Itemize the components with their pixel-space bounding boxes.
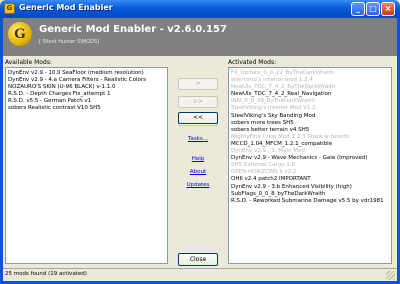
disable-all-button[interactable]: << bbox=[178, 112, 218, 124]
maximize-button[interactable]: □ bbox=[366, 2, 380, 16]
mod-list-item[interactable]: NewUIs_TDC_7_4_2_Real_Navigation bbox=[231, 91, 389, 98]
mod-list-item[interactable]: sobers better terrain v4 SH5 bbox=[231, 127, 389, 134]
mod-list-item[interactable]: DynEnv v2.9 - Wave Mechanics - Gale (Imp… bbox=[231, 155, 389, 162]
mod-list-item[interactable]: R.S.D. v5.5 - German Patch v1 bbox=[8, 98, 165, 105]
updates-link[interactable]: Updates bbox=[178, 182, 218, 188]
enable-mod-button[interactable]: > bbox=[178, 78, 218, 90]
enable-all-button[interactable]: >> bbox=[178, 96, 218, 108]
activated-mods-label: Activated Mods: bbox=[228, 59, 277, 66]
mod-list-item[interactable]: sobers more trees SH5 bbox=[231, 120, 389, 127]
mod-list-item[interactable]: SH5 External Cargo 1.0 bbox=[231, 162, 389, 169]
mod-list-item[interactable]: silentotto's interior mod 1.2.4 bbox=[231, 77, 389, 84]
mod-list-item[interactable]: R.S.D. - Reworked Submarine Damage v5.5 … bbox=[231, 198, 389, 205]
close-button[interactable]: Close bbox=[178, 253, 218, 266]
title-bar[interactable]: G Generic Mod Enabler _ □ × bbox=[0, 0, 400, 18]
window-frame-left bbox=[0, 18, 3, 284]
mod-list-item[interactable]: MightyFine Crew Mod 1.2.3 Stock w beards bbox=[231, 134, 389, 141]
mod-list-item[interactable]: NOZAURO'S SKIN (U-96 BLACK) v-1.1.0 bbox=[8, 84, 165, 91]
mods-folder-path: [ Silent Hunter 5\MODS] bbox=[39, 39, 100, 45]
mod-list-item[interactable]: DynEnv v2.9 - 3.b Enhanced Visibility (h… bbox=[231, 184, 389, 191]
mod-list-item[interactable]: SteelViking's Sky Banding Mod bbox=[231, 113, 389, 120]
mod-list-item[interactable]: NewUIs_TDC_7_4_2_ByTheDarkWraith bbox=[231, 84, 389, 91]
available-mods-list[interactable]: DynEnv v2.9 - 10.II SeaFloor (medium res… bbox=[5, 67, 168, 264]
close-window-button[interactable]: × bbox=[381, 2, 395, 16]
resize-grip-icon[interactable] bbox=[386, 271, 395, 280]
header-banner: G Generic Mod Enabler - v2.6.0.157 [ Sil… bbox=[3, 18, 397, 56]
help-link[interactable]: Help bbox=[178, 156, 218, 162]
mod-list-item[interactable]: sobers Realistic contrast V10 SH5 bbox=[8, 105, 165, 112]
mod-list-item[interactable]: IRAI_0_0_39_ByTheDarkWraith bbox=[231, 98, 389, 105]
activated-mods-list[interactable]: FX_Update_0_0_22_ByTheDarkWraith silentot… bbox=[228, 67, 392, 264]
mod-list-item[interactable]: OPEN HORIZONS II v2.2 bbox=[231, 169, 389, 176]
window-title: Generic Mod Enabler bbox=[19, 3, 113, 12]
mod-list-item[interactable]: FX_Update_0_0_22_ByTheDarkWraith bbox=[231, 70, 389, 77]
mod-list-item[interactable]: SubFlags_0_0_8_byTheDarkWraith bbox=[231, 191, 389, 198]
mod-list-item[interactable]: DynEnv v2.9 - 1. Main Mod bbox=[231, 148, 389, 155]
mod-list-item[interactable]: SteelViking's Interior Mod V1.2 bbox=[231, 105, 389, 112]
app-icon: G bbox=[4, 3, 15, 14]
minimize-button[interactable]: _ bbox=[351, 2, 365, 16]
mod-list-item[interactable]: OHII v2.4 patch2 IMPORTANT bbox=[231, 176, 389, 183]
mod-list-item[interactable]: DynEnv v2.9 - 4.a Camera Filters - Reali… bbox=[8, 77, 165, 84]
mod-list-item[interactable]: DynEnv v2.9 - 10.II SeaFloor (medium res… bbox=[8, 70, 165, 77]
status-bar: 25 mods found (19 activated) bbox=[3, 268, 397, 281]
about-link[interactable]: About bbox=[178, 169, 218, 175]
mod-list-item[interactable]: R.S.D. - Depth Charges Fix_attempt 1 bbox=[8, 91, 165, 98]
status-text: 25 mods found (19 activated) bbox=[5, 271, 87, 277]
mod-list-item[interactable]: MCCD_1.04_MFCM_1.2.1_compatible bbox=[231, 141, 389, 148]
available-mods-label: Available Mods: bbox=[5, 59, 52, 66]
app-title: Generic Mod Enabler - v2.6.0.157 bbox=[39, 24, 227, 35]
tasks-link[interactable]: Tasks... bbox=[178, 136, 218, 142]
gme-logo: G bbox=[8, 22, 32, 46]
